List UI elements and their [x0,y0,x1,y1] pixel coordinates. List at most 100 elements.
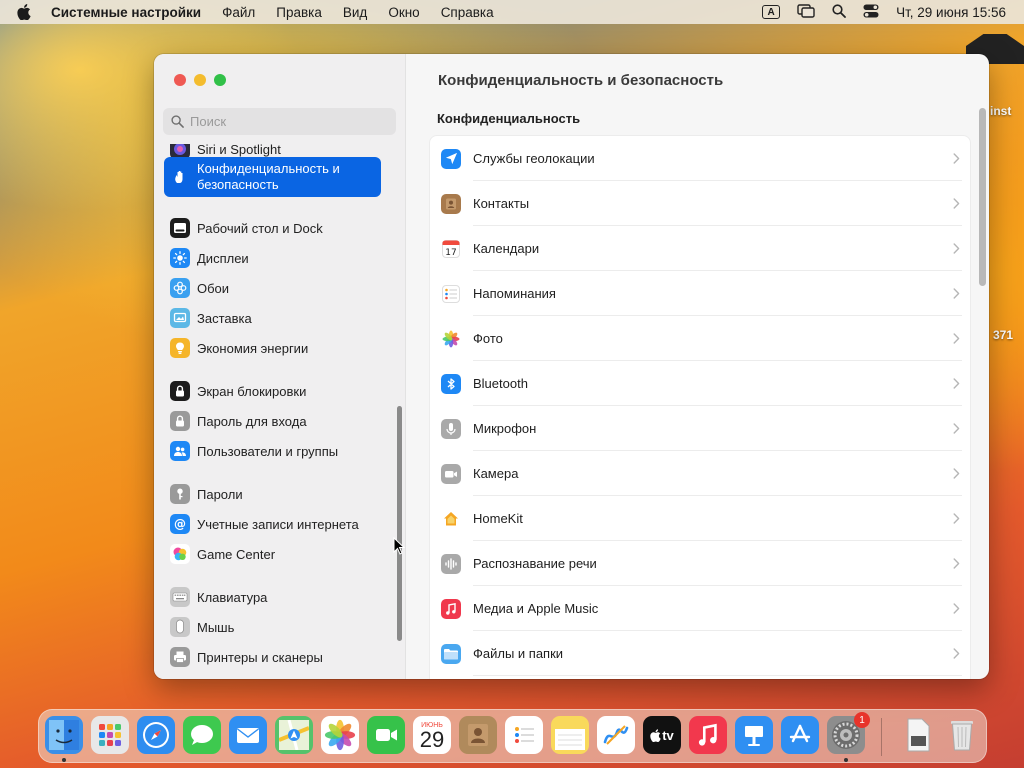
menu-app-name[interactable]: Системные настройки [51,5,201,20]
close-button[interactable] [174,74,186,86]
privacy-row-microphone[interactable]: Микрофон [430,406,970,451]
privacy-row-label: Календари [473,241,540,256]
sidebar-item-lock[interactable]: Экран блокировки [164,376,381,406]
sidebar-item-mouse[interactable]: Мышь [164,612,381,642]
dock-safari[interactable] [137,716,175,754]
chevron-right-icon [953,196,960,214]
facetime-icon [372,721,400,749]
sidebar-item-bulb[interactable]: Экономия энергии [164,333,381,363]
sidebar-item-sun[interactable]: Дисплеи [164,243,381,273]
sidebar-item-at[interactable]: @ Учетные записи интернета [164,509,381,539]
bluetooth-icon [441,373,461,394]
sidebar-item-key[interactable]: Пароли [164,479,381,509]
screen-mirroring-icon[interactable] [797,3,815,21]
privacy-list: Службы геолокации Контакты 17 Календари Напо… [429,135,971,679]
privacy-row-reminders[interactable]: Напоминания [430,271,970,316]
minimize-button[interactable] [194,74,206,86]
dock-photos[interactable] [321,716,359,754]
zoom-button[interactable] [214,74,226,86]
sidebar-item-label: Пользователи и группы [197,443,339,459]
finder-icon [49,720,79,750]
dock-mail[interactable] [229,716,267,754]
desktop-label-1[interactable]: inst [990,104,1011,118]
search-icon [171,115,184,128]
privacy-row-label: Bluetooth [473,376,528,391]
location-icon [441,148,461,169]
dock-tv[interactable]: tv [643,716,681,754]
freeform-icon [601,720,631,750]
apple-menu-icon[interactable] [17,4,37,20]
privacy-row-bluetooth[interactable]: Bluetooth [430,361,970,406]
menu-view[interactable]: Вид [343,5,367,20]
chevron-right-icon [953,376,960,394]
dock-keynote[interactable] [735,716,773,754]
dock-icon [170,218,190,238]
dock-reminders[interactable] [505,716,543,754]
dock-facetime[interactable] [367,716,405,754]
dock-trash[interactable] [943,716,981,754]
sidebar-item-label: Мышь [197,619,235,635]
privacy-row-music[interactable]: Медиа и Apple Music [430,586,970,631]
key-icon [170,484,190,504]
input-source-icon[interactable]: A [762,5,781,19]
sidebar-item-label: Siri и Spotlight [197,144,281,157]
users-icon [170,441,190,461]
dock-appstore[interactable] [781,716,819,754]
sidebar-item-padlock[interactable]: Пароль для входа [164,406,381,436]
dock-maps[interactable] [275,716,313,754]
sidebar-item-hand[interactable]: Конфиденциальность и безопасность [164,157,381,197]
privacy-row-camera[interactable]: Камера [430,451,970,496]
sidebar-item-gamecenter[interactable]: Game Center [164,539,381,569]
menu-help[interactable]: Справка [441,5,494,20]
sidebar-item-flower[interactable]: Обои [164,273,381,303]
dock-launchpad[interactable] [91,716,129,754]
sidebar-scrollbar[interactable] [397,406,402,641]
privacy-row-label: HomeKit [473,511,523,526]
menu-edit[interactable]: Правка [276,5,322,20]
privacy-row-contacts[interactable]: Контакты [430,181,970,226]
sidebar-item-printer[interactable]: Принтеры и сканеры [164,642,381,672]
settings-badge: 1 [854,712,870,728]
dock-contacts[interactable] [459,716,497,754]
keynote-icon [740,721,768,749]
clock[interactable]: Чт, 29 июня 15:56 [896,5,1006,20]
content-scrollbar[interactable] [979,108,986,286]
notes-icon [555,720,585,750]
sidebar-item-keyboard[interactable]: Клавиатура [164,582,381,612]
privacy-row-calendar[interactable]: 17 Календари [430,226,970,271]
privacy-row-label: Файлы и папки [473,646,564,661]
maps-icon [279,720,309,750]
desktop-label-2[interactable]: 371 [993,328,1013,342]
privacy-row-photos[interactable]: Фото [430,316,970,361]
dock-preview-document[interactable] [899,716,937,754]
dock-calendar[interactable]: ИЮНЬ 29 [413,716,451,754]
sidebar-item-users[interactable]: Пользователи и группы [164,436,381,466]
privacy-row-speech[interactable]: Распознавание речи [430,541,970,586]
sidebar-item-screensaver[interactable]: Заставка [164,303,381,333]
privacy-row-home[interactable]: HomeKit [430,496,970,541]
music-icon [441,598,461,619]
dock-freeform[interactable] [597,716,635,754]
gamecenter-icon [170,544,190,564]
dock-notes[interactable] [551,716,589,754]
chevron-right-icon [953,556,960,574]
calendar-icon: ИЮНЬ 29 [420,720,444,751]
menu-file[interactable]: Файл [222,5,255,20]
mouse-cursor-icon [393,537,405,555]
chevron-right-icon [953,646,960,664]
dock-finder[interactable] [45,716,83,754]
dock-music[interactable] [689,716,727,754]
sidebar-item-dock[interactable]: Рабочий стол и Dock [164,213,381,243]
privacy-row-location[interactable]: Службы геолокации [430,136,970,181]
sidebar-item-label: Принтеры и сканеры [197,649,323,665]
screensaver-icon [170,308,190,328]
spotlight-search-icon[interactable] [832,3,846,21]
menu-window[interactable]: Окно [388,5,419,20]
privacy-row-folder[interactable]: Файлы и папки [430,631,970,676]
search-field[interactable]: Поиск [163,108,396,135]
control-center-icon[interactable] [863,4,879,21]
sidebar-list: Siri и Spotlight Конфиденциальность и без… [154,144,405,679]
sidebar-item-label: Пароли [197,486,243,502]
dock-separator [881,718,882,756]
dock-messages[interactable] [183,716,221,754]
